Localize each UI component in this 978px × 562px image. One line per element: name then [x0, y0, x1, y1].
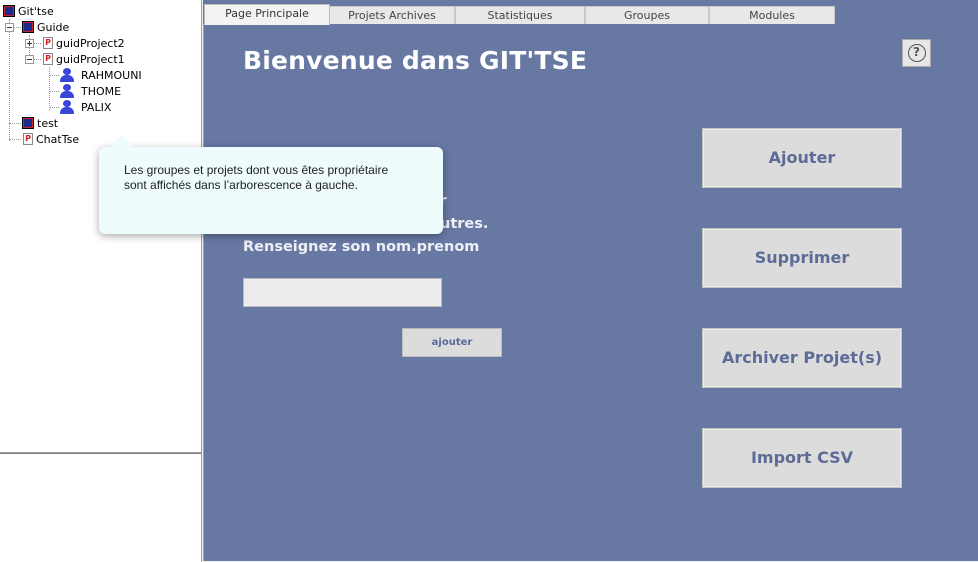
tree-node-user[interactable]: RAHMOUNI [59, 67, 142, 83]
help-icon: ? [907, 44, 926, 62]
user-icon [59, 84, 75, 98]
tab-page-principale[interactable]: Page Principale [204, 4, 330, 25]
remove-button[interactable]: Supprimer [702, 228, 902, 288]
name-input[interactable] [243, 278, 442, 307]
project-icon: P [43, 37, 53, 49]
tree-node-test[interactable]: test [22, 115, 58, 131]
page-title: Bienvenue dans GIT'TSE [243, 46, 588, 75]
tree-node-user[interactable]: THOME [59, 83, 121, 99]
tree-node-guidproject1[interactable]: P guidProject1 [43, 51, 125, 67]
expand-guidproject2-toggle[interactable] [25, 39, 34, 48]
instruction-line: Renseignez son nom.prenom [243, 239, 480, 255]
tree-node-chattse[interactable]: P ChatTse [23, 131, 79, 147]
tooltip-pointer [110, 134, 134, 148]
details-panel [0, 453, 202, 562]
add-button[interactable]: Ajouter [702, 128, 902, 188]
tab-groupes[interactable]: Groupes [585, 6, 709, 24]
help-tooltip: Les groupes et projets dont vous êtes pr… [99, 147, 443, 234]
expand-guidproject1-toggle[interactable] [25, 55, 34, 64]
tree-node-label: test [37, 116, 59, 130]
group-icon [22, 21, 34, 33]
tree-node-label: ChatTse [36, 132, 80, 146]
help-button[interactable]: ? [902, 39, 931, 67]
tab-statistiques[interactable]: Statistiques [455, 6, 585, 24]
tab-projets-archives[interactable]: Projets Archives [329, 6, 455, 24]
expand-guide-toggle[interactable] [5, 23, 14, 32]
tooltip-text: Les groupes et projets dont vous êtes pr… [124, 163, 388, 193]
tree-node-label: guidProject2 [56, 36, 125, 50]
tab-modules[interactable]: Modules [709, 6, 835, 24]
tree-node-label: RAHMOUNI [81, 68, 142, 82]
import-csv-button[interactable]: Import CSV [702, 428, 902, 488]
tree-node-label: guidProject1 [56, 52, 125, 66]
tree-node-guide[interactable]: Guide [22, 19, 69, 35]
tree-node-label: PALIX [81, 100, 112, 114]
tooltip-line: sont affichés dans l’arborescence à gauc… [124, 178, 358, 192]
tree-node-guidproject2[interactable]: P guidProject2 [43, 35, 125, 51]
group-icon [3, 5, 15, 17]
group-icon [22, 117, 34, 129]
tooltip-line: Les groupes et projets dont vous êtes pr… [124, 163, 389, 177]
add-member-button[interactable]: ajouter [402, 328, 502, 357]
main-panel: Bienvenue dans GIT'TSE ? ur utres. Rense… [203, 24, 978, 561]
user-icon [59, 100, 75, 114]
tree-node-label: THOME [81, 84, 122, 98]
tree-node-label: Guide [37, 20, 70, 34]
tab-bar: Page Principale Projets Archives Statist… [203, 0, 978, 25]
user-icon [59, 68, 75, 82]
project-icon: P [23, 133, 33, 145]
instruction-line: utres. [440, 216, 489, 232]
project-icon: P [43, 53, 53, 65]
tree-node-root[interactable]: Git'tse [3, 3, 54, 19]
tree-node-label: Git'tse [18, 4, 54, 18]
archive-projects-button[interactable]: Archiver Projet(s) [702, 328, 902, 388]
tree-node-user[interactable]: PALIX [59, 99, 111, 115]
